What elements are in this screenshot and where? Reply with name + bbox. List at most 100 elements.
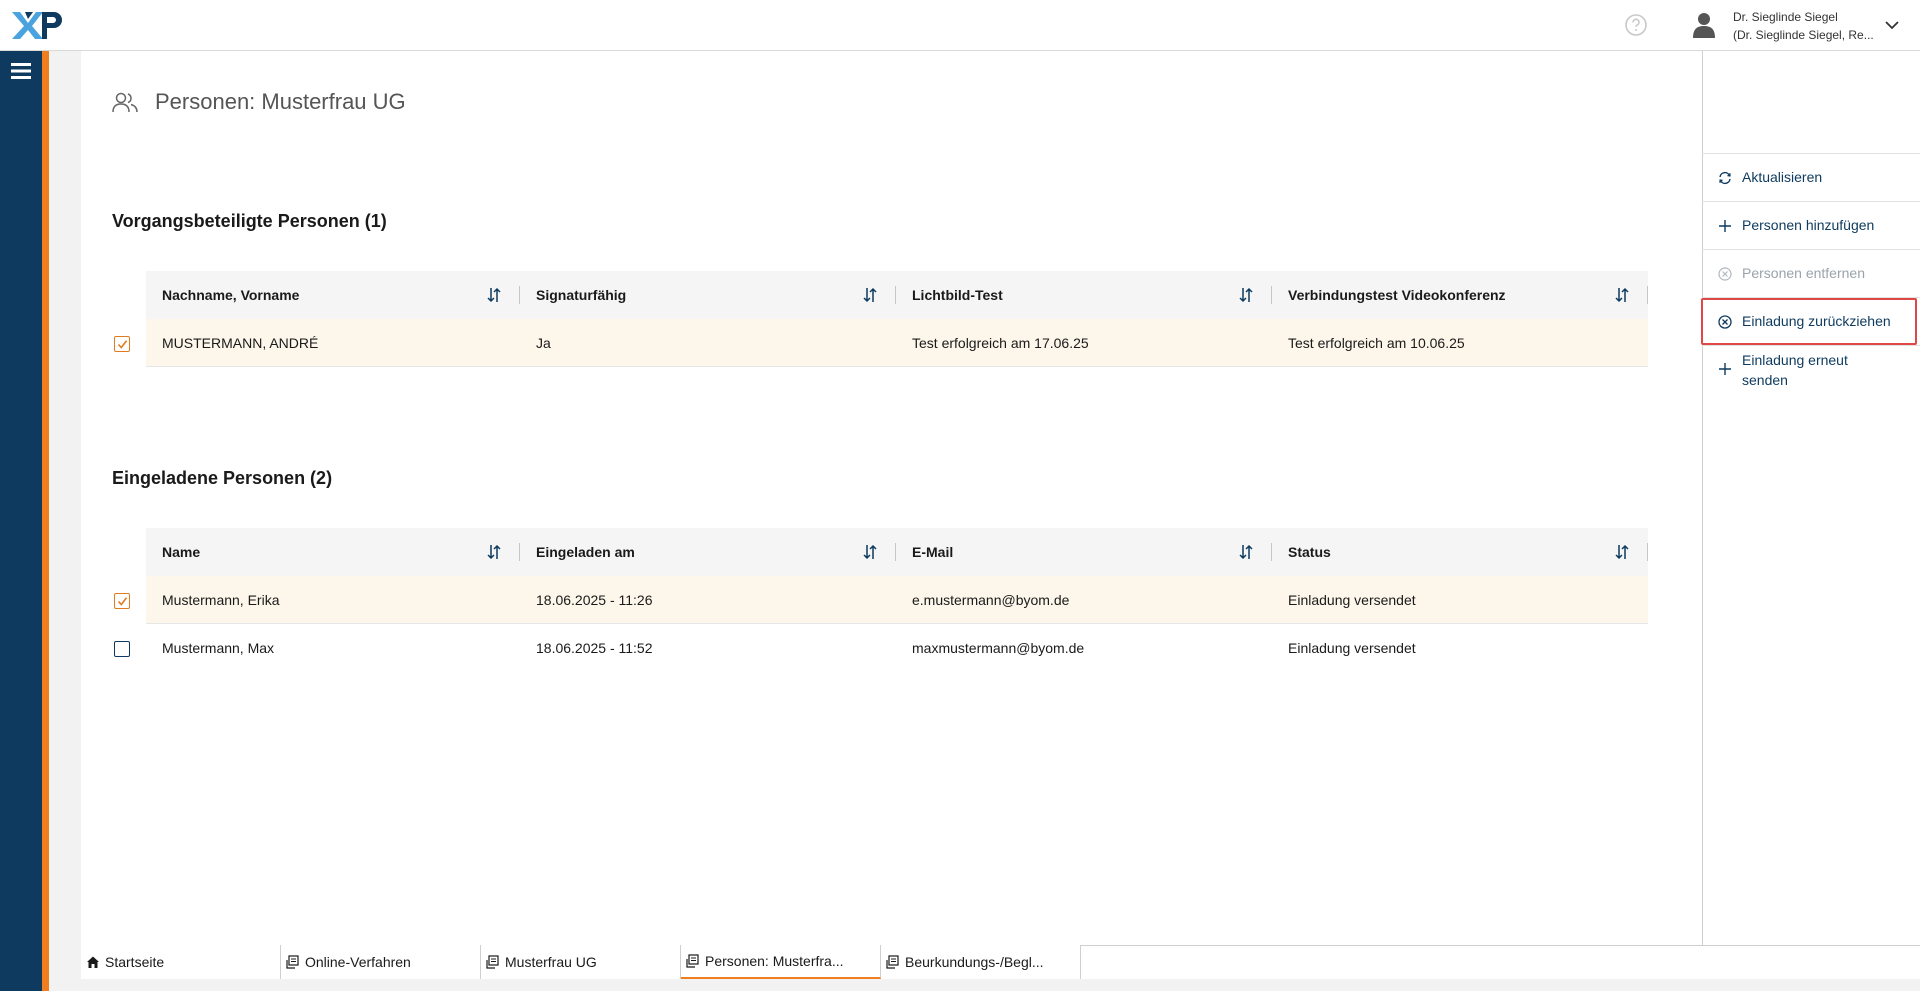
action-separator bbox=[1702, 153, 1920, 154]
section-title-invited: Eingeladene Personen (2) bbox=[112, 468, 333, 488]
add-persons-label: Personen hinzufügen bbox=[1742, 217, 1875, 233]
checkmark-icon bbox=[117, 596, 127, 606]
column-header-label: Verbindungstest Videokonferenz bbox=[1288, 287, 1506, 303]
column-header[interactable]: Signaturfähig bbox=[520, 271, 896, 319]
help-icon[interactable] bbox=[1624, 13, 1648, 37]
sort-icon[interactable] bbox=[486, 543, 502, 561]
column-header-label: Lichtbild-Test bbox=[912, 287, 1003, 303]
checkmark-icon bbox=[117, 339, 127, 349]
participants-table: Nachname, Vorname Signaturfähig Lichtbil… bbox=[146, 271, 1648, 367]
column-header-label: E-Mail bbox=[912, 544, 954, 560]
table-cell: Einladung versendet bbox=[1288, 591, 1416, 608]
tab-label: Beurkundungs-/Begl... bbox=[905, 954, 1044, 970]
main-content bbox=[81, 51, 1702, 945]
column-header-label: Status bbox=[1288, 544, 1331, 560]
tab-personen-musterfrau[interactable]: Personen: Musterfra... bbox=[681, 945, 881, 979]
action-separator bbox=[1702, 345, 1920, 346]
left-gutter bbox=[49, 51, 81, 991]
refresh-icon bbox=[1719, 171, 1731, 185]
tab-label: Musterfrau UG bbox=[505, 954, 597, 970]
column-header-label: Name bbox=[162, 544, 201, 560]
sort-icon[interactable] bbox=[1614, 286, 1630, 304]
table-cell: Test erfolgreich am 17.06.25 bbox=[912, 334, 1089, 351]
sort-icon[interactable] bbox=[1238, 286, 1254, 304]
row-checkbox[interactable] bbox=[114, 593, 130, 609]
plus-icon bbox=[1719, 363, 1731, 375]
table-cell: Mustermann, Erika bbox=[162, 591, 280, 608]
table-row[interactable]: MUSTERMANN, ANDRÉ Ja Test erfolgreich am… bbox=[146, 319, 1648, 367]
sort-icon[interactable] bbox=[862, 543, 878, 561]
table-cell: Einladung versendet bbox=[1288, 640, 1416, 656]
column-divider bbox=[1647, 543, 1648, 561]
sort-icon[interactable] bbox=[862, 286, 878, 304]
resend-label-line1: Einladung erneut bbox=[1742, 352, 1848, 368]
refresh-label: Aktualisieren bbox=[1742, 169, 1823, 185]
bottom-strip bbox=[81, 979, 1920, 991]
plus-icon bbox=[1719, 220, 1731, 232]
resend-invitation-button[interactable]: Einladung erneut senden bbox=[1702, 350, 1920, 390]
row-checkbox[interactable] bbox=[114, 641, 130, 657]
section-title-participants: Vorgangsbeteiligte Personen (1) bbox=[112, 211, 387, 231]
table-cell: Test erfolgreich am 10.06.25 bbox=[1288, 334, 1465, 351]
resend-invitation-label: Einladung erneut senden bbox=[1742, 350, 1848, 390]
tab-label: Online-Verfahren bbox=[305, 954, 411, 970]
sort-icon[interactable] bbox=[1614, 543, 1630, 561]
invited-table: Name Eingeladen am E-Mail Status Musterm… bbox=[146, 528, 1648, 672]
tab-musterfrau-ug[interactable]: Musterfrau UG bbox=[481, 945, 681, 979]
document-icon bbox=[286, 955, 299, 969]
user-name[interactable]: Dr. Sieglinde Siegel bbox=[1733, 8, 1838, 26]
remove-persons-label: Personen entfernen bbox=[1742, 265, 1865, 281]
table-row[interactable]: Mustermann, Erika 18.06.2025 - 11:26 e.m… bbox=[146, 576, 1648, 624]
persons-icon bbox=[112, 92, 138, 113]
tab-label: Startseite bbox=[105, 954, 165, 970]
table-cell: e.mustermann@byom.de bbox=[912, 591, 1070, 608]
tab-label: Personen: Musterfra... bbox=[705, 953, 844, 969]
table-row[interactable]: Mustermann, Max 18.06.2025 - 11:52 maxmu… bbox=[146, 624, 1648, 672]
table-cell: MUSTERMANN, ANDRÉ bbox=[162, 334, 319, 351]
table-cell: maxmustermann@byom.de bbox=[912, 640, 1085, 656]
document-icon bbox=[886, 955, 899, 969]
tab-beurkundungs[interactable]: Beurkundungs-/Begl... bbox=[881, 945, 1081, 979]
column-header[interactable]: Verbindungstest Videokonferenz bbox=[1272, 271, 1648, 319]
column-header-label: Signaturfähig bbox=[536, 287, 627, 303]
column-header[interactable]: Nachname, Vorname bbox=[146, 271, 520, 319]
column-header[interactable]: Eingeladen am bbox=[520, 528, 896, 576]
tab-online-verfahren[interactable]: Online-Verfahren bbox=[281, 945, 481, 979]
table-cell: Ja bbox=[536, 334, 551, 351]
column-header[interactable]: Lichtbild-Test bbox=[896, 271, 1272, 319]
top-header: Dr. Sieglinde Siegel (Dr. Sieglinde Sieg… bbox=[0, 0, 1920, 51]
table-cell: 18.06.2025 - 11:52 bbox=[536, 640, 653, 656]
chevron-down-icon[interactable] bbox=[1884, 17, 1900, 33]
row-checkbox[interactable] bbox=[114, 336, 130, 352]
home-icon bbox=[87, 956, 99, 968]
highlight-box bbox=[1701, 298, 1917, 345]
column-header[interactable]: E-Mail bbox=[896, 528, 1272, 576]
user-role[interactable]: (Dr. Sieglinde Siegel, Re... bbox=[1733, 26, 1874, 44]
left-nav-rail bbox=[0, 51, 42, 991]
column-header[interactable]: Name bbox=[146, 528, 520, 576]
hamburger-menu-icon[interactable] bbox=[11, 62, 31, 80]
document-icon bbox=[686, 954, 699, 968]
user-avatar-icon[interactable] bbox=[1692, 12, 1716, 38]
column-header-label: Nachname, Vorname bbox=[162, 287, 300, 303]
action-separator bbox=[1702, 249, 1920, 250]
close-circle-icon bbox=[1718, 267, 1732, 281]
refresh-button[interactable]: Aktualisieren bbox=[1702, 169, 1920, 185]
remove-persons-button[interactable]: Personen entfernen bbox=[1702, 265, 1920, 281]
table-header: Nachname, Vorname Signaturfähig Lichtbil… bbox=[146, 271, 1648, 319]
column-divider bbox=[1647, 286, 1648, 304]
xnp-logo[interactable] bbox=[12, 10, 62, 40]
table-cell: Mustermann, Max bbox=[162, 640, 275, 656]
add-persons-button[interactable]: Personen hinzufügen bbox=[1702, 217, 1920, 233]
left-rail-accent bbox=[42, 51, 49, 991]
document-icon bbox=[486, 955, 499, 969]
sort-icon[interactable] bbox=[486, 286, 502, 304]
column-header[interactable]: Status bbox=[1272, 528, 1648, 576]
action-panel bbox=[1702, 51, 1920, 945]
sort-icon[interactable] bbox=[1238, 543, 1254, 561]
column-header-label: Eingeladen am bbox=[536, 544, 635, 560]
page-title: Personen: Musterfrau UG bbox=[155, 89, 406, 114]
tab-startseite[interactable]: Startseite bbox=[81, 945, 281, 979]
resend-label-line2: senden bbox=[1742, 372, 1788, 388]
table-cell: 18.06.2025 - 11:26 bbox=[536, 591, 653, 608]
